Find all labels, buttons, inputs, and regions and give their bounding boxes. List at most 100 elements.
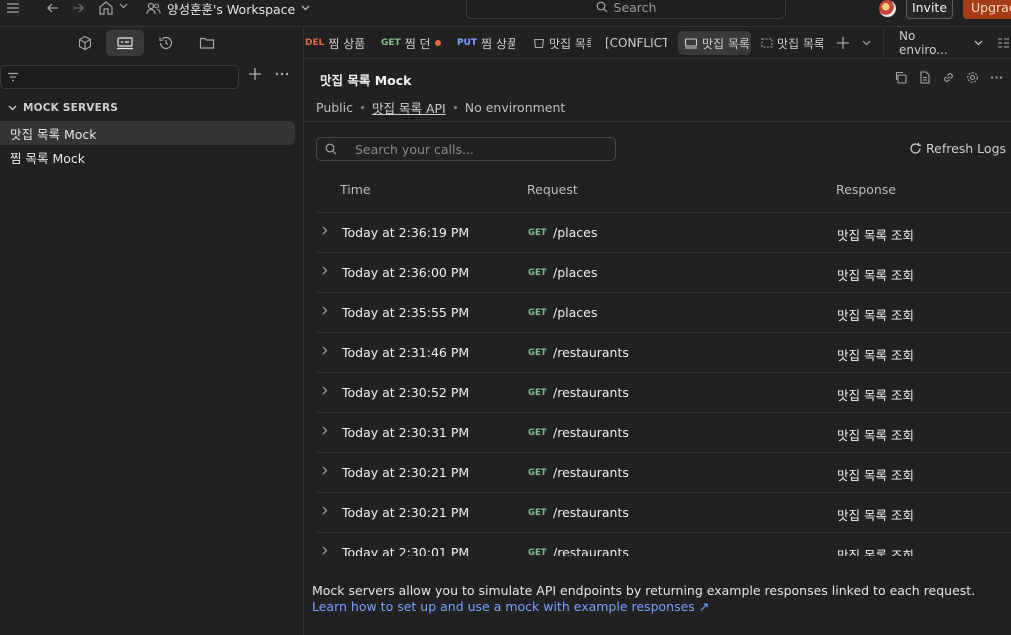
back-arrow-icon[interactable] <box>46 1 60 15</box>
row-time: Today at 2:30:01 PM <box>342 545 470 556</box>
table-row[interactable]: Today at 2:36:00 PM GET /places 맛집 목록 조회 <box>316 252 1011 292</box>
search-input[interactable] <box>355 141 605 157</box>
chevron-right-icon[interactable] <box>322 546 328 555</box>
row-path: /places <box>553 265 598 280</box>
chevron-right-icon[interactable] <box>322 346 328 355</box>
page-title: 맛집 목록 Mock <box>320 73 412 88</box>
table-row[interactable]: Today at 2:36:19 PM GET /places 맛집 목록 조회 <box>316 212 1011 252</box>
request-tab[interactable]: 맛집 목록 <box>533 31 591 55</box>
request-tab[interactable]: GET 찜 던 <box>381 31 443 55</box>
workspace-switcher[interactable]: 양성훈훈's Workspace <box>146 0 310 17</box>
document-icon[interactable] <box>919 71 931 84</box>
tab-collections[interactable] <box>66 30 104 56</box>
invite-button[interactable]: Invite <box>906 0 953 19</box>
home-icon[interactable] <box>98 0 114 15</box>
row-time: Today at 2:30:21 PM <box>342 465 470 480</box>
row-path: /restaurants <box>553 345 629 360</box>
search-label: Search <box>613 0 657 15</box>
copy-icon[interactable] <box>894 71 907 84</box>
tab-mock-servers[interactable] <box>106 30 144 56</box>
table-row[interactable]: Today at 2:30:31 PM GET /restaurants 맛집 … <box>316 412 1011 452</box>
row-time: Today at 2:30:31 PM <box>342 425 470 440</box>
section-label: MOCK SERVERS <box>23 102 119 114</box>
table-row[interactable]: Today at 2:30:21 PM GET /restaurants 맛집 … <box>316 452 1011 492</box>
row-path: /restaurants <box>553 505 629 520</box>
environment-selector[interactable]: No enviro... <box>883 29 983 57</box>
sidebar-item-label: 찜 목록 Mock <box>10 150 85 166</box>
chevron-down-icon <box>8 105 17 111</box>
table-row[interactable]: Today at 2:30:52 PM GET /restaurants 맛집 … <box>316 372 1011 412</box>
forward-arrow-icon[interactable] <box>71 1 85 15</box>
row-response: 맛집 목록 조회 <box>837 468 914 483</box>
row-response: 맛집 목록 조회 <box>837 348 914 363</box>
table-row[interactable]: Today at 2:35:55 PM GET /places 맛집 목록 조회 <box>316 292 1011 332</box>
sidebar-item-mock[interactable]: 찜 목록 Mock <box>0 145 295 169</box>
divider <box>304 58 1011 59</box>
chevron-right-icon[interactable] <box>322 426 328 435</box>
row-time: Today at 2:31:46 PM <box>342 345 470 360</box>
table-row[interactable]: Today at 2:30:21 PM GET /restaurants 맛집 … <box>316 492 1011 532</box>
separator-dot <box>453 106 457 109</box>
docs-link[interactable]: Learn how to set up and use a mock with … <box>312 599 709 614</box>
environment-label: No enviro... <box>899 29 948 57</box>
tab-files[interactable] <box>188 30 226 56</box>
upgrade-button[interactable]: Upgrad <box>963 0 1011 19</box>
gear-icon[interactable] <box>966 71 979 84</box>
section-mock-servers[interactable]: MOCK SERVERS <box>8 102 118 114</box>
chevron-down-icon[interactable] <box>119 3 128 9</box>
method-badge: GET <box>528 308 547 318</box>
request-tab[interactable]: 맛집 목록 <box>761 31 823 55</box>
environment-quicklook-icon[interactable] <box>997 37 1009 49</box>
filter-input[interactable] <box>25 69 225 85</box>
chevron-down-icon <box>301 5 310 11</box>
chevron-right-icon[interactable] <box>322 226 328 235</box>
row-time: Today at 2:36:00 PM <box>342 265 470 280</box>
row-time: Today at 2:30:21 PM <box>342 505 470 520</box>
method-badge: DEL <box>305 38 325 48</box>
refresh-logs-button[interactable]: Refresh Logs <box>909 141 1006 156</box>
search-icon <box>596 1 608 13</box>
history-icon <box>159 36 173 50</box>
menu-icon[interactable] <box>6 2 20 14</box>
top-bar: 양성훈훈's Workspace Search Invite Upgrad <box>0 0 1011 19</box>
chevron-right-icon[interactable] <box>322 466 328 475</box>
method-badge: GET <box>528 348 547 358</box>
environment-label: No environment <box>464 100 566 115</box>
folder-icon <box>199 37 215 49</box>
method-badge: GET <box>528 268 547 278</box>
tab-label: 찜 상품 <box>328 36 365 51</box>
add-icon[interactable] <box>248 67 262 81</box>
chevron-down-icon[interactable] <box>862 40 871 46</box>
chevron-right-icon[interactable] <box>322 386 328 395</box>
table-row[interactable]: Today at 2:31:46 PM GET /restaurants 맛집 … <box>316 332 1011 372</box>
sidebar-filter[interactable] <box>0 65 239 89</box>
table-row[interactable]: Today at 2:30:01 PM GET /restaurants 맛집 … <box>316 532 1011 556</box>
chevron-right-icon[interactable] <box>322 306 328 315</box>
filter-icon <box>7 72 19 82</box>
add-tab-icon[interactable] <box>836 36 850 50</box>
request-tab[interactable]: DEL 찜 상품 <box>305 31 365 55</box>
method-badge: GET <box>528 508 547 518</box>
global-search[interactable]: Search <box>466 0 786 19</box>
method-badge: GET <box>528 228 547 238</box>
sidebar-item-mock[interactable]: 맛집 목록 Mock <box>0 121 295 145</box>
request-tab[interactable]: [CONFLICT <box>605 31 667 55</box>
sidebar-tabs <box>0 28 303 58</box>
request-tab-active[interactable]: 맛집 목록 <box>678 31 751 55</box>
link-icon[interactable] <box>942 71 955 84</box>
search-icon <box>325 143 337 155</box>
more-horizontal-icon[interactable] <box>275 67 289 81</box>
collection-link[interactable]: 맛집 목록 API <box>372 98 446 117</box>
refresh-label: Refresh Logs <box>926 141 1007 156</box>
tab-history[interactable] <box>147 30 185 56</box>
sidebar-item-label: 맛집 목록 Mock <box>10 126 97 142</box>
refresh-icon <box>909 142 922 155</box>
chevron-right-icon[interactable] <box>322 506 328 515</box>
call-search[interactable] <box>316 137 616 161</box>
request-tab[interactable]: PUT 찜 상품 <box>457 31 515 55</box>
avatar[interactable] <box>879 0 896 17</box>
row-path: /restaurants <box>553 385 629 400</box>
row-response: 맛집 목록 조회 <box>837 228 914 243</box>
more-horizontal-icon[interactable] <box>990 71 1003 84</box>
chevron-right-icon[interactable] <box>322 266 328 275</box>
